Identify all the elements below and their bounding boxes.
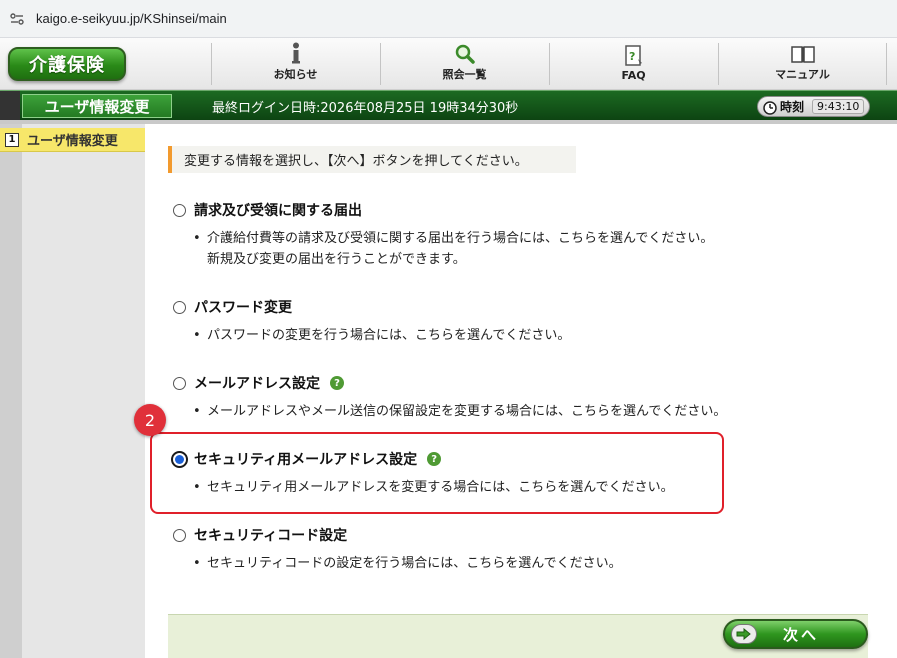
magnifier-icon [454,43,476,64]
nav-divider [886,43,887,85]
sidebar-stripe [0,124,22,658]
svg-text:?: ? [629,50,635,63]
option-description: • パスワードの変更を行う場合には、こちらを選んでください。 [193,325,571,346]
option-title: 請求及び受領に関する届出 [194,203,362,219]
instruction-banner: 変更する情報を選択し、【次へ】ボタンを押してください。 [168,146,576,173]
url-text[interactable]: kaigo.e-seikyuu.jp/KShinsei/main [36,11,227,26]
nav-oshirase-label: お知らせ [273,68,318,81]
option-title: セキュリティ用メールアドレス設定 [194,452,418,468]
option-description: • 介護給付費等の請求及び受領に関する届出を行う場合には、こちらを選んでください… [193,228,714,270]
radio-seikyu-juryo[interactable] [173,203,186,217]
bullet: • [193,231,201,246]
last-login-text: 最終ログイン日時:2026年08月25日 19時34分30秒 [212,101,519,116]
radio-security-code[interactable] [173,528,186,542]
nav-manual[interactable]: マニュアル [718,43,886,85]
book-icon [790,43,816,64]
title-bar: ユーザ情報変更 最終ログイン日時:2026年08月25日 19時34分30秒 時… [0,90,897,121]
option-title: パスワード変更 [194,300,292,316]
page-title: ユーザ情報変更 [22,94,172,118]
option-description: • メールアドレスやメール送信の保留設定を変更する場合には、こちらを選んでくださ… [193,401,727,422]
site-settings-icon[interactable] [8,10,26,28]
clock-label: 時刻 [780,100,805,114]
sidebar-item-label: ユーザ情報変更 [27,134,118,149]
bullet: • [193,480,201,495]
option-security-code: セキュリティコード設定 • セキュリティコードの設定を行う場合には、こちらを選ん… [173,525,622,574]
browser-address-bar: kaigo.e-seikyuu.jp/KShinsei/main [0,0,897,38]
option-desc-line1: セキュリティコードの設定を行う場合には、こちらを選んでください。 [207,556,622,571]
title-bar-accent [0,91,20,121]
sidebar-item-user-info-change[interactable]: 1 ユーザ情報変更 [0,128,145,152]
option-desc-line1: 介護給付費等の請求及び受領に関する届出を行う場合には、こちらを選んでください。 [207,231,714,246]
help-icon[interactable]: ? [330,376,344,390]
option-mail-address: メールアドレス設定 ? • メールアドレスやメール送信の保留設定を変更する場合に… [173,373,726,422]
option-description: • セキュリティコードの設定を行う場合には、こちらを選んでください。 [193,553,622,574]
sidebar: 1 ユーザ情報変更 [0,124,145,658]
sidebar-item-number: 1 [5,132,19,147]
info-icon [290,42,302,64]
step-number-badge: 2 [134,404,166,436]
radio-mail-address[interactable] [173,376,186,390]
bullet: • [193,404,201,419]
clock-icon [763,100,777,115]
option-security-mail-address: セキュリティ用メールアドレス設定 ? • セキュリティ用メールアドレスを変更する… [171,449,674,498]
option-title: メールアドレス設定 [194,376,320,392]
clock-time: 9:43:10 [812,99,865,114]
option-desc-line2: 新規及び変更の届出を行うことができます。 [207,252,466,267]
kaigo-hoken-logo-button[interactable]: 介護保険 [8,47,126,81]
option-title: セキュリティコード設定 [194,528,348,544]
nav-shokai-ichiran[interactable]: 照会一覧 [380,43,548,85]
option-desc-line1: メールアドレスやメール送信の保留設定を変更する場合には、こちらを選んでください。 [207,404,727,419]
next-button-label: 次へ [783,625,820,644]
faq-icon: ? [624,45,644,67]
option-desc-line1: パスワードの変更を行う場合には、こちらを選んでください。 [207,328,571,343]
nav-faq[interactable]: ? FAQ [549,43,717,85]
bullet: • [193,556,201,571]
nav-faq-label: FAQ [621,69,646,82]
radio-password[interactable] [173,300,186,314]
nav-manual-label: マニュアル [775,68,830,81]
help-icon[interactable]: ? [427,452,442,466]
top-header: 介護保険 お知らせ 照会一覧 ? FAQ マニュアル [0,38,897,90]
nav-shokai-label: 照会一覧 [442,68,487,81]
next-button[interactable]: 次へ [723,619,868,649]
radio-security-mail-address[interactable] [171,450,188,468]
option-desc-line1: セキュリティ用メールアドレスを変更する場合には、こちらを選んでください。 [207,480,674,495]
nav-oshirase[interactable]: お知らせ [211,42,379,85]
bullet: • [193,328,201,343]
clock-widget: 時刻 9:43:10 [757,96,870,117]
option-password: パスワード変更 • パスワードの変更を行う場合には、こちらを選んでください。 [173,297,570,346]
arrow-right-icon [731,624,757,644]
option-seikyu-juryo: 請求及び受領に関する届出 • 介護給付費等の請求及び受領に関する届出を行う場合に… [173,200,713,270]
option-description: • セキュリティ用メールアドレスを変更する場合には、こちらを選んでください。 [193,477,674,498]
